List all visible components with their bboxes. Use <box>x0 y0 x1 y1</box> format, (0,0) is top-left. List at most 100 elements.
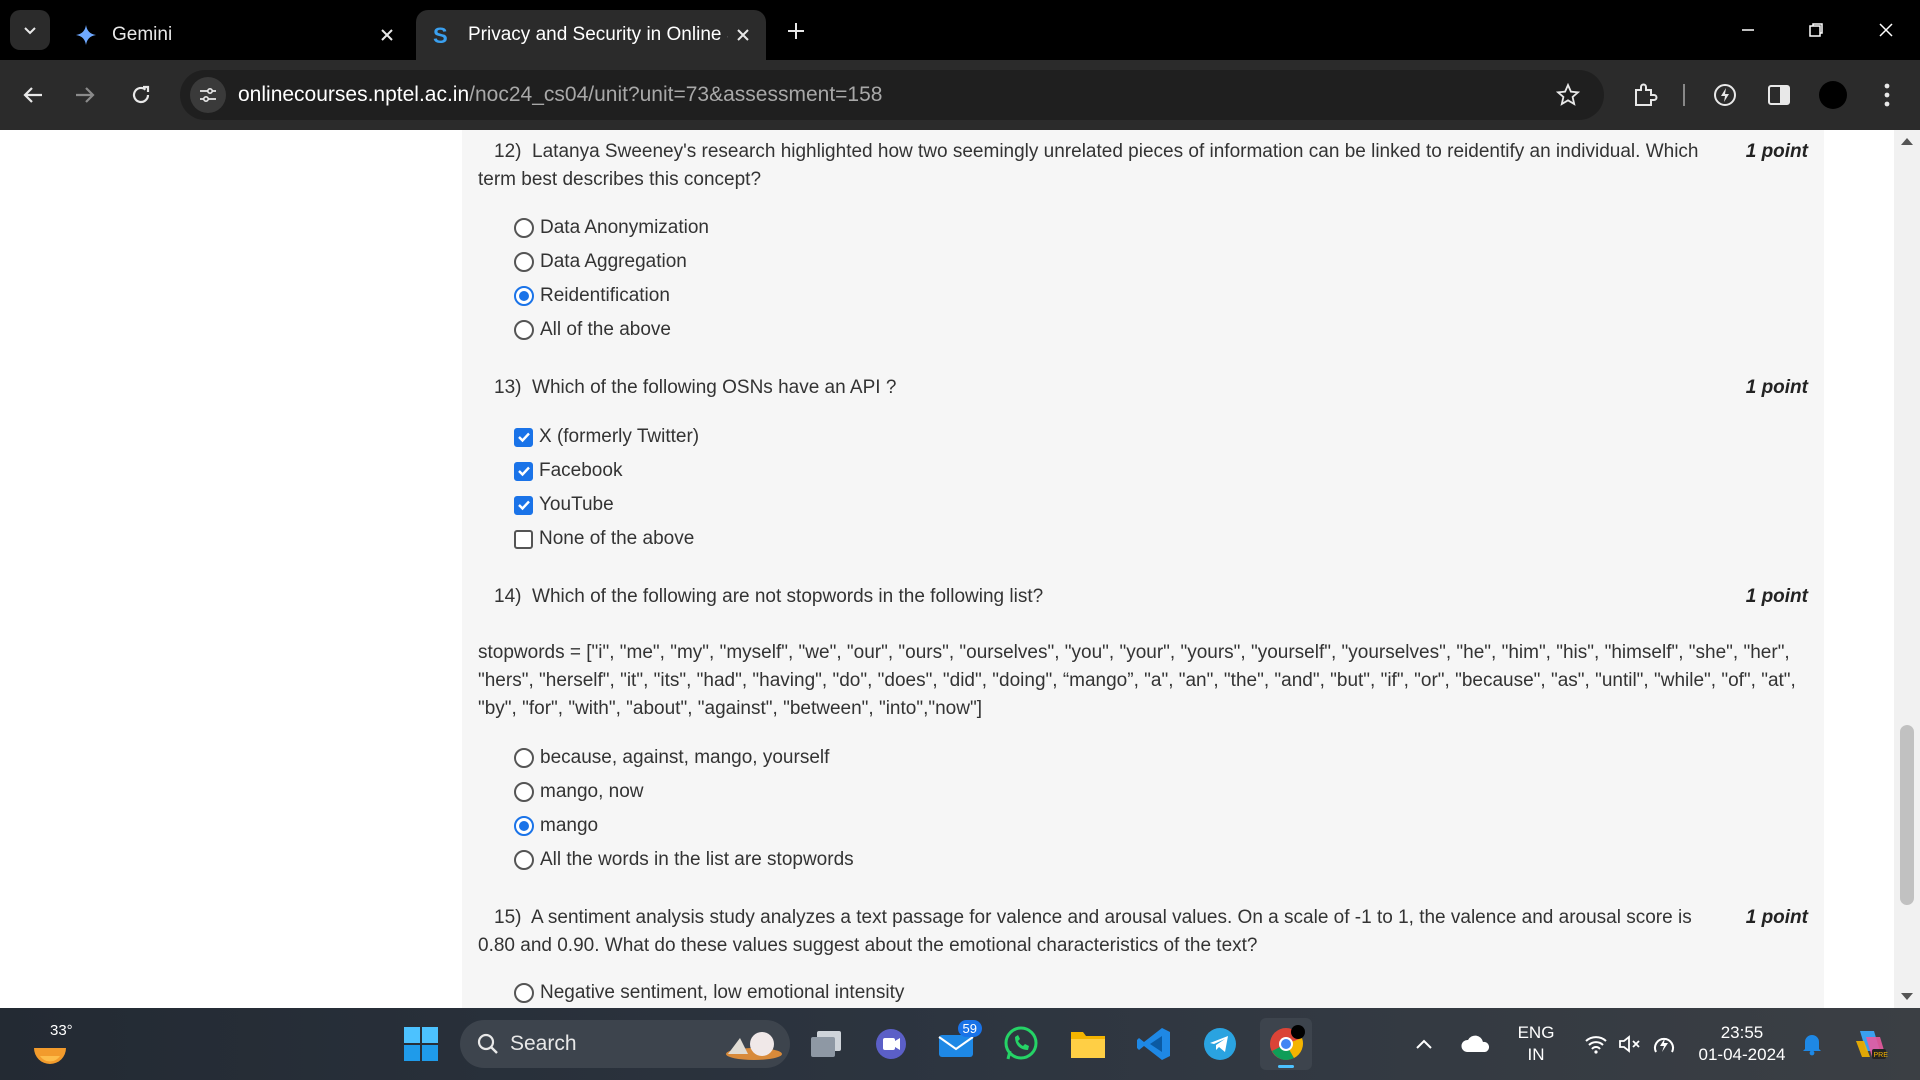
question-number: 12) <box>494 141 522 162</box>
option-checkbox[interactable]: None of the above <box>514 525 694 553</box>
option-radio[interactable]: All the words in the list are stopwords <box>514 846 854 874</box>
telegram-app[interactable] <box>1194 1018 1246 1070</box>
url-path: /noc24_cs04/unit?unit=73&assessment=158 <box>469 83 883 106</box>
clock[interactable]: 23:55 01-04-2024 <box>1696 1022 1788 1066</box>
radio-button[interactable] <box>514 252 534 272</box>
question-text: 12) Latanya Sweeney's research highlight… <box>478 138 1808 194</box>
notification-bell-icon[interactable] <box>1794 1018 1830 1070</box>
radio-button-selected[interactable] <box>514 286 534 306</box>
back-button[interactable] <box>14 76 52 114</box>
option-radio[interactable]: Data Anonymization <box>514 214 709 242</box>
chat-camera-icon <box>876 1029 906 1059</box>
restore-button[interactable] <box>1796 12 1836 48</box>
whatsapp-app[interactable] <box>995 1018 1047 1070</box>
task-view-icon <box>811 1031 841 1057</box>
show-hidden-icons-button[interactable] <box>1404 1018 1444 1070</box>
tab-title: Gemini <box>112 24 173 45</box>
option-label: YouTube <box>539 494 614 515</box>
start-button[interactable] <box>395 1018 447 1070</box>
browser-toolbar: onlinecourses.nptel.ac.in/noc24_cs04/uni… <box>0 60 1920 130</box>
menu-kebab-icon[interactable] <box>1870 78 1904 112</box>
radio-button[interactable] <box>514 782 534 802</box>
radio-button[interactable] <box>514 748 534 768</box>
mail-app[interactable]: 59 <box>930 1018 982 1070</box>
svg-text:PRE: PRE <box>1874 1052 1889 1059</box>
weather-temperature: 33° <box>50 1022 73 1039</box>
scroll-down-arrow-icon[interactable] <box>1901 993 1913 1000</box>
option-radio[interactable]: Negative sentiment, low emotional intens… <box>514 979 904 1007</box>
radio-button[interactable] <box>514 983 534 1003</box>
teams-chat-app[interactable] <box>865 1018 917 1070</box>
radio-button[interactable] <box>514 218 534 238</box>
profile-avatar[interactable] <box>1816 78 1850 112</box>
tab-privacy-security[interactable]: S Privacy and Security in Online S <box>416 10 766 60</box>
battery-charging-icon[interactable] <box>1646 1018 1682 1070</box>
option-checkbox[interactable]: YouTube <box>514 491 614 519</box>
option-checkbox[interactable]: X (formerly Twitter) <box>514 423 699 451</box>
option-checkbox[interactable]: Facebook <box>514 457 622 485</box>
question-number: 15) <box>494 907 522 928</box>
close-icon[interactable] <box>372 20 402 50</box>
tab-gemini[interactable]: Gemini <box>60 10 410 60</box>
question-number: 14) <box>494 586 522 607</box>
checkbox[interactable] <box>514 529 533 549</box>
radio-button-selected[interactable] <box>514 816 534 836</box>
option-radio[interactable]: All of the above <box>514 316 671 344</box>
stopwords-list: stopwords = ["i", "me", "my", "myself", … <box>478 642 1796 719</box>
question-points: 1 point <box>1745 586 1808 607</box>
restore-icon <box>1809 23 1823 37</box>
scroll-up-arrow-icon[interactable] <box>1901 138 1913 145</box>
checkbox-checked[interactable] <box>514 427 533 447</box>
new-tab-button[interactable] <box>780 15 812 47</box>
radio-button[interactable] <box>514 320 534 340</box>
option-radio[interactable]: Data Aggregation <box>514 248 687 276</box>
volume-muted-icon[interactable] <box>1612 1018 1648 1070</box>
copilot-icon[interactable]: PRE <box>1846 1018 1894 1070</box>
option-radio[interactable]: mango, now <box>514 778 644 806</box>
checkbox-checked[interactable] <box>514 461 533 481</box>
swayam-s-icon: S <box>428 23 456 47</box>
bookmark-star-icon[interactable] <box>1554 81 1582 109</box>
question-points: 1 point <box>1745 907 1808 928</box>
language-indicator[interactable]: ENG IN <box>1512 1022 1560 1066</box>
option-radio[interactable]: because, against, mango, yourself <box>514 744 829 772</box>
checkbox-checked[interactable] <box>514 495 533 515</box>
option-label: Facebook <box>539 460 623 481</box>
whatsapp-icon <box>1004 1026 1038 1060</box>
weather-widget[interactable]: 33° <box>28 1022 108 1072</box>
taskbar-search[interactable]: Search <box>460 1020 790 1068</box>
site-info-icon[interactable] <box>190 77 226 113</box>
address-bar[interactable]: onlinecourses.nptel.ac.in/noc24_cs04/uni… <box>180 70 1604 120</box>
telegram-icon <box>1204 1028 1236 1060</box>
close-icon[interactable] <box>728 20 758 50</box>
option-label: None of the above <box>539 528 695 549</box>
file-explorer-app[interactable] <box>1062 1018 1114 1070</box>
page-scrollbar[interactable] <box>1894 130 1920 1008</box>
forward-button[interactable] <box>66 76 104 114</box>
tab-strip: Gemini S Privacy and Security in Online … <box>0 0 1920 60</box>
reload-button[interactable] <box>122 76 160 114</box>
extensions-icon[interactable] <box>1628 78 1662 112</box>
tab-search-button[interactable] <box>10 10 50 50</box>
option-label: Reidentification <box>540 285 670 306</box>
scrollbar-thumb[interactable] <box>1900 725 1914 905</box>
radio-button[interactable] <box>514 850 534 870</box>
onedrive-icon[interactable] <box>1452 1018 1498 1070</box>
side-panel-icon[interactable] <box>1762 78 1796 112</box>
wifi-icon[interactable] <box>1578 1018 1614 1070</box>
checkmark-icon <box>517 500 530 511</box>
vscode-app[interactable] <box>1128 1018 1180 1070</box>
question-12: 12) Latanya Sweeney's research highlight… <box>478 138 1808 194</box>
reload-icon <box>132 85 150 104</box>
minimize-button[interactable] <box>1728 12 1768 48</box>
chrome-app[interactable] <box>1260 1018 1312 1070</box>
close-window-button[interactable] <box>1866 12 1906 48</box>
option-radio[interactable]: mango <box>514 812 598 840</box>
svg-text:S: S <box>433 23 448 47</box>
option-radio[interactable]: Reidentification <box>514 282 670 310</box>
performance-icon[interactable] <box>1708 78 1742 112</box>
question-text: 15) A sentiment analysis study analyzes … <box>478 904 1808 960</box>
task-view-app[interactable] <box>800 1018 852 1070</box>
arrow-left-icon <box>23 87 42 103</box>
mail-badge: 59 <box>957 1020 982 1037</box>
